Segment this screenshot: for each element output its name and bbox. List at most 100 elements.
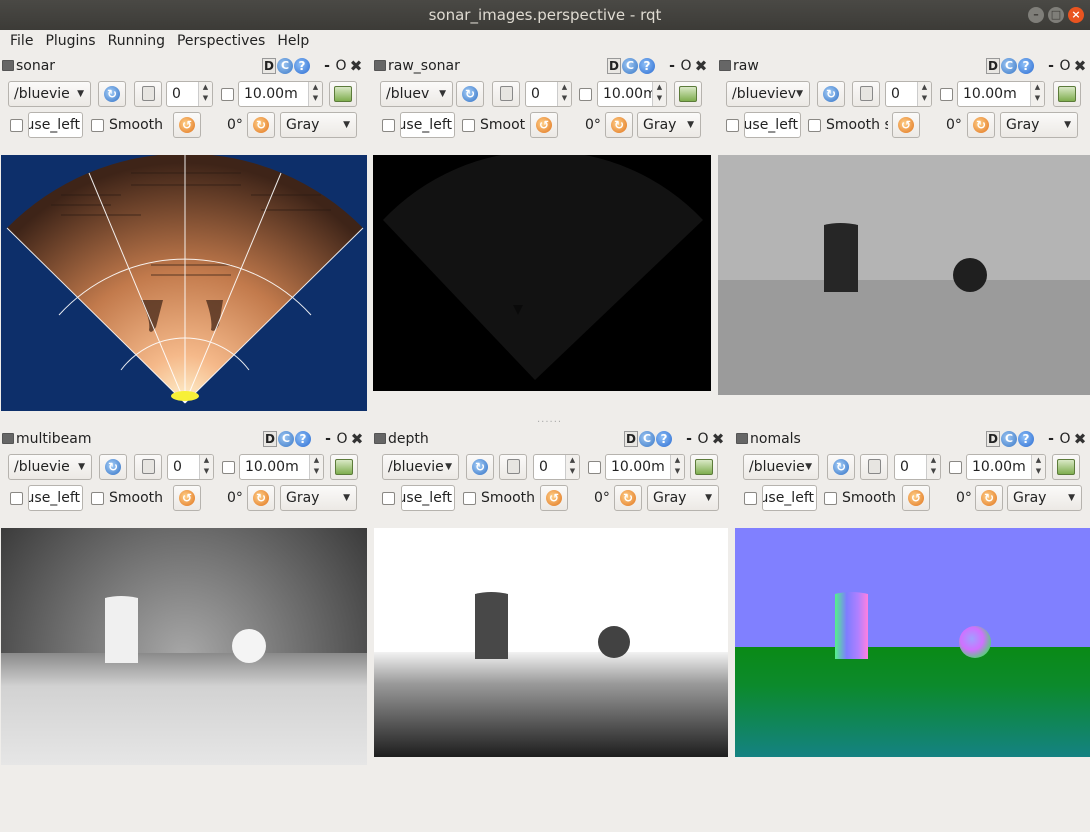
rotate-left-button[interactable]: ↺ bbox=[892, 112, 920, 138]
help-icon[interactable]: ? bbox=[295, 431, 311, 447]
detach-icon[interactable]: D bbox=[986, 431, 1000, 447]
smooth-checkbox[interactable] bbox=[463, 492, 476, 505]
menu-file[interactable]: File bbox=[4, 30, 39, 52]
help-icon[interactable]: ? bbox=[656, 431, 672, 447]
smooth-checkbox[interactable] bbox=[91, 119, 104, 132]
float-panel-icon[interactable]: O bbox=[1058, 431, 1072, 447]
max-range-spinbox[interactable]: 10.00m ▲ ▼ bbox=[957, 81, 1045, 107]
float-panel-icon[interactable]: O bbox=[696, 431, 710, 447]
depth-image-view[interactable] bbox=[374, 528, 728, 757]
min-range-spinbox[interactable]: 0 ▲ ▼ bbox=[885, 81, 932, 107]
mouse-topic-field[interactable]: use_left bbox=[28, 112, 83, 138]
reload-icon[interactable]: C bbox=[639, 431, 655, 447]
raw-sonar-image-view[interactable] bbox=[373, 155, 711, 391]
help-icon[interactable]: ? bbox=[294, 58, 310, 74]
dynamic-range-checkbox[interactable] bbox=[588, 461, 601, 474]
mouse-publish-checkbox[interactable] bbox=[382, 119, 395, 132]
refresh-topics-button[interactable]: ↻ bbox=[456, 81, 484, 107]
zoom-fit-button[interactable] bbox=[499, 454, 527, 480]
dock-handle-icon[interactable] bbox=[374, 60, 386, 71]
menu-help[interactable]: Help bbox=[271, 30, 315, 52]
help-icon[interactable]: ? bbox=[639, 58, 655, 74]
spin-arrows-icon[interactable]: ▲ ▼ bbox=[1030, 82, 1044, 106]
float-panel-icon[interactable]: O bbox=[335, 431, 349, 447]
dynamic-range-checkbox[interactable] bbox=[949, 461, 962, 474]
minimize-panel-icon[interactable]: - bbox=[1045, 58, 1057, 74]
close-panel-icon[interactable]: ✖ bbox=[711, 430, 725, 448]
detach-icon[interactable]: D bbox=[607, 58, 621, 74]
spin-arrows-icon[interactable]: ▲ ▼ bbox=[199, 455, 213, 479]
mouse-publish-checkbox[interactable] bbox=[382, 492, 395, 505]
max-range-spinbox[interactable]: 10.00m ▲ ▼ bbox=[597, 81, 667, 107]
dynamic-range-checkbox[interactable] bbox=[221, 88, 234, 101]
dock-handle-icon[interactable] bbox=[719, 60, 731, 71]
refresh-topics-button[interactable]: ↻ bbox=[817, 81, 845, 107]
minimize-panel-icon[interactable]: - bbox=[1045, 431, 1057, 447]
min-range-spinbox[interactable]: 0 ▲ ▼ bbox=[533, 454, 580, 480]
normals-image-view[interactable] bbox=[735, 528, 1090, 757]
minimize-panel-icon[interactable]: - bbox=[683, 431, 695, 447]
topic-combo[interactable]: /bluevie ▼ bbox=[382, 454, 459, 480]
float-panel-icon[interactable]: O bbox=[679, 58, 693, 74]
menu-running[interactable]: Running bbox=[102, 30, 171, 52]
refresh-topics-button[interactable]: ↻ bbox=[466, 454, 494, 480]
save-image-button[interactable] bbox=[330, 454, 358, 480]
max-range-spinbox[interactable]: 10.00m ▲ ▼ bbox=[238, 81, 323, 107]
max-range-spinbox[interactable]: 10.00m ▲ ▼ bbox=[239, 454, 324, 480]
rotate-right-button[interactable]: ↻ bbox=[967, 112, 995, 138]
refresh-topics-button[interactable]: ↻ bbox=[99, 454, 127, 480]
window-maximize-icon[interactable]: □ bbox=[1048, 7, 1064, 23]
rotate-right-button[interactable]: ↻ bbox=[247, 485, 275, 511]
zoom-fit-button[interactable] bbox=[860, 454, 888, 480]
mouse-publish-checkbox[interactable] bbox=[744, 492, 757, 505]
minimize-panel-icon[interactable]: - bbox=[321, 58, 333, 74]
smooth-checkbox[interactable] bbox=[91, 492, 104, 505]
zoom-fit-button[interactable] bbox=[492, 81, 520, 107]
max-range-spinbox[interactable]: 10.00m ▲ ▼ bbox=[966, 454, 1046, 480]
rotate-left-button[interactable]: ↺ bbox=[173, 485, 201, 511]
save-image-button[interactable] bbox=[674, 81, 702, 107]
mouse-topic-field[interactable]: use_left bbox=[744, 112, 801, 138]
detach-icon[interactable]: D bbox=[263, 431, 277, 447]
mouse-topic-field[interactable]: use_left bbox=[762, 485, 817, 511]
refresh-topics-button[interactable]: ↻ bbox=[98, 81, 126, 107]
smooth-checkbox[interactable] bbox=[808, 119, 821, 132]
reload-icon[interactable]: C bbox=[1001, 58, 1017, 74]
mouse-publish-checkbox[interactable] bbox=[10, 492, 23, 505]
colormap-combo[interactable]: Gray ▼ bbox=[637, 112, 701, 138]
dynamic-range-checkbox[interactable] bbox=[222, 461, 235, 474]
rotate-right-button[interactable]: ↻ bbox=[247, 112, 275, 138]
rotate-left-button[interactable]: ↺ bbox=[173, 112, 201, 138]
topic-combo[interactable]: /bluevie ▼ bbox=[8, 81, 91, 107]
spin-arrows-icon[interactable]: ▲ ▼ bbox=[565, 455, 579, 479]
save-image-button[interactable] bbox=[1052, 454, 1080, 480]
minimize-panel-icon[interactable]: - bbox=[322, 431, 334, 447]
detach-icon[interactable]: D bbox=[624, 431, 638, 447]
menu-perspectives[interactable]: Perspectives bbox=[171, 30, 271, 52]
rotate-right-button[interactable]: ↻ bbox=[605, 112, 633, 138]
zoom-fit-button[interactable] bbox=[134, 454, 162, 480]
topic-combo[interactable]: /bluev ▼ bbox=[380, 81, 453, 107]
spin-arrows-icon[interactable]: ▲ ▼ bbox=[198, 82, 212, 106]
window-close-icon[interactable]: × bbox=[1068, 7, 1084, 23]
topic-combo[interactable]: /bluevie ▼ bbox=[8, 454, 92, 480]
mouse-topic-field[interactable]: use_left bbox=[401, 485, 455, 511]
colormap-combo[interactable]: Gray ▼ bbox=[280, 485, 357, 511]
spin-arrows-icon[interactable]: ▲ ▼ bbox=[670, 455, 684, 479]
mouse-publish-checkbox[interactable] bbox=[10, 119, 23, 132]
dock-handle-icon[interactable] bbox=[2, 60, 14, 71]
dynamic-range-checkbox[interactable] bbox=[579, 88, 592, 101]
rotate-left-button[interactable]: ↺ bbox=[902, 485, 930, 511]
reload-icon[interactable]: C bbox=[277, 58, 293, 74]
spin-arrows-icon[interactable]: ▲ ▼ bbox=[308, 82, 322, 106]
zoom-fit-button[interactable] bbox=[134, 81, 162, 107]
minimize-panel-icon[interactable]: - bbox=[666, 58, 678, 74]
rotate-left-button[interactable]: ↺ bbox=[530, 112, 558, 138]
colormap-combo[interactable]: Gray ▼ bbox=[647, 485, 719, 511]
dock-handle-icon[interactable] bbox=[2, 433, 14, 444]
close-panel-icon[interactable]: ✖ bbox=[350, 430, 364, 448]
mouse-topic-field[interactable]: use_left bbox=[400, 112, 455, 138]
float-panel-icon[interactable]: O bbox=[334, 58, 348, 74]
help-icon[interactable]: ? bbox=[1018, 431, 1034, 447]
close-panel-icon[interactable]: ✖ bbox=[1073, 57, 1087, 75]
